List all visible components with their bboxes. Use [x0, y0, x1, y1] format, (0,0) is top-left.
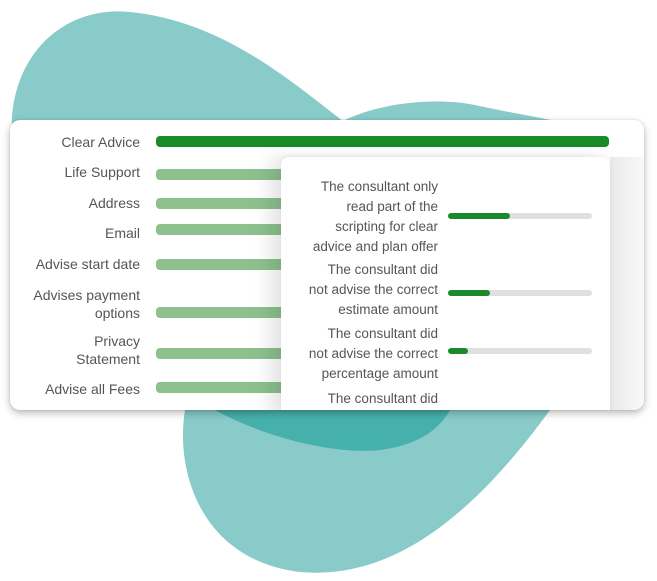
- category-label: Clear Advice: [61, 133, 140, 151]
- bar[interactable]: [156, 136, 609, 147]
- category-label: Advise all Fees: [45, 380, 140, 398]
- chart-card: Clear Advice Life Support Address Email Advi…: [10, 120, 644, 410]
- detail-label-line: advice and plan offer: [312, 239, 438, 254]
- detail-label-line: scripting for clear: [335, 219, 438, 234]
- detail-label: The consultant only read part of the scrip…: [268, 177, 438, 257]
- category-label-line: Address: [88, 195, 140, 211]
- category-label: Address: [89, 194, 140, 212]
- category-label: Advise start date: [36, 255, 140, 273]
- category-label-line: Email: [104, 225, 140, 241]
- detail-label: The consultant did not advise the correct…: [268, 260, 438, 320]
- category-label-line: Advise start date: [35, 256, 140, 272]
- detail-label: The consultant did: [268, 389, 438, 409]
- detail-label-line: percentage amount: [321, 366, 438, 381]
- category-label: Privacy Statement: [76, 332, 140, 368]
- detail-label-line: The consultant did: [327, 262, 438, 277]
- detail-label-line: The consultant did: [327, 326, 438, 341]
- category-label: Advises payment options: [33, 286, 140, 322]
- category-label-line: Advises payment: [33, 287, 140, 303]
- progress-track: [448, 290, 592, 296]
- detail-label-line: estimate amount: [338, 302, 438, 317]
- progress-fill: [448, 348, 469, 354]
- category-label-line: Advise all Fees: [45, 381, 140, 397]
- category-label: Life Support: [65, 163, 141, 181]
- progress-track: [448, 213, 592, 219]
- category-label-line: options: [94, 305, 140, 321]
- category-label: Email: [105, 224, 140, 242]
- category-label-line: Life Support: [64, 164, 141, 180]
- detail-label-line: not advise the correct: [308, 282, 438, 297]
- detail-label-line: The consultant only: [320, 179, 438, 194]
- detail-label-line: The consultant did: [327, 391, 438, 406]
- progress-fill: [448, 290, 490, 296]
- detail-label-line: not advise the correct: [308, 346, 438, 361]
- detail-label-line: read part of the: [346, 199, 438, 214]
- drilldown-panel: The consultant only read part of the scrip…: [281, 157, 610, 410]
- progress-fill: [448, 213, 510, 219]
- scroll-fade: [610, 157, 644, 410]
- category-label-line: Statement: [76, 351, 140, 367]
- detail-label: The consultant did not advise the correct…: [268, 324, 438, 384]
- progress-track: [448, 348, 592, 354]
- category-label-line: Clear Advice: [61, 134, 140, 150]
- category-label-line: Privacy: [94, 333, 140, 349]
